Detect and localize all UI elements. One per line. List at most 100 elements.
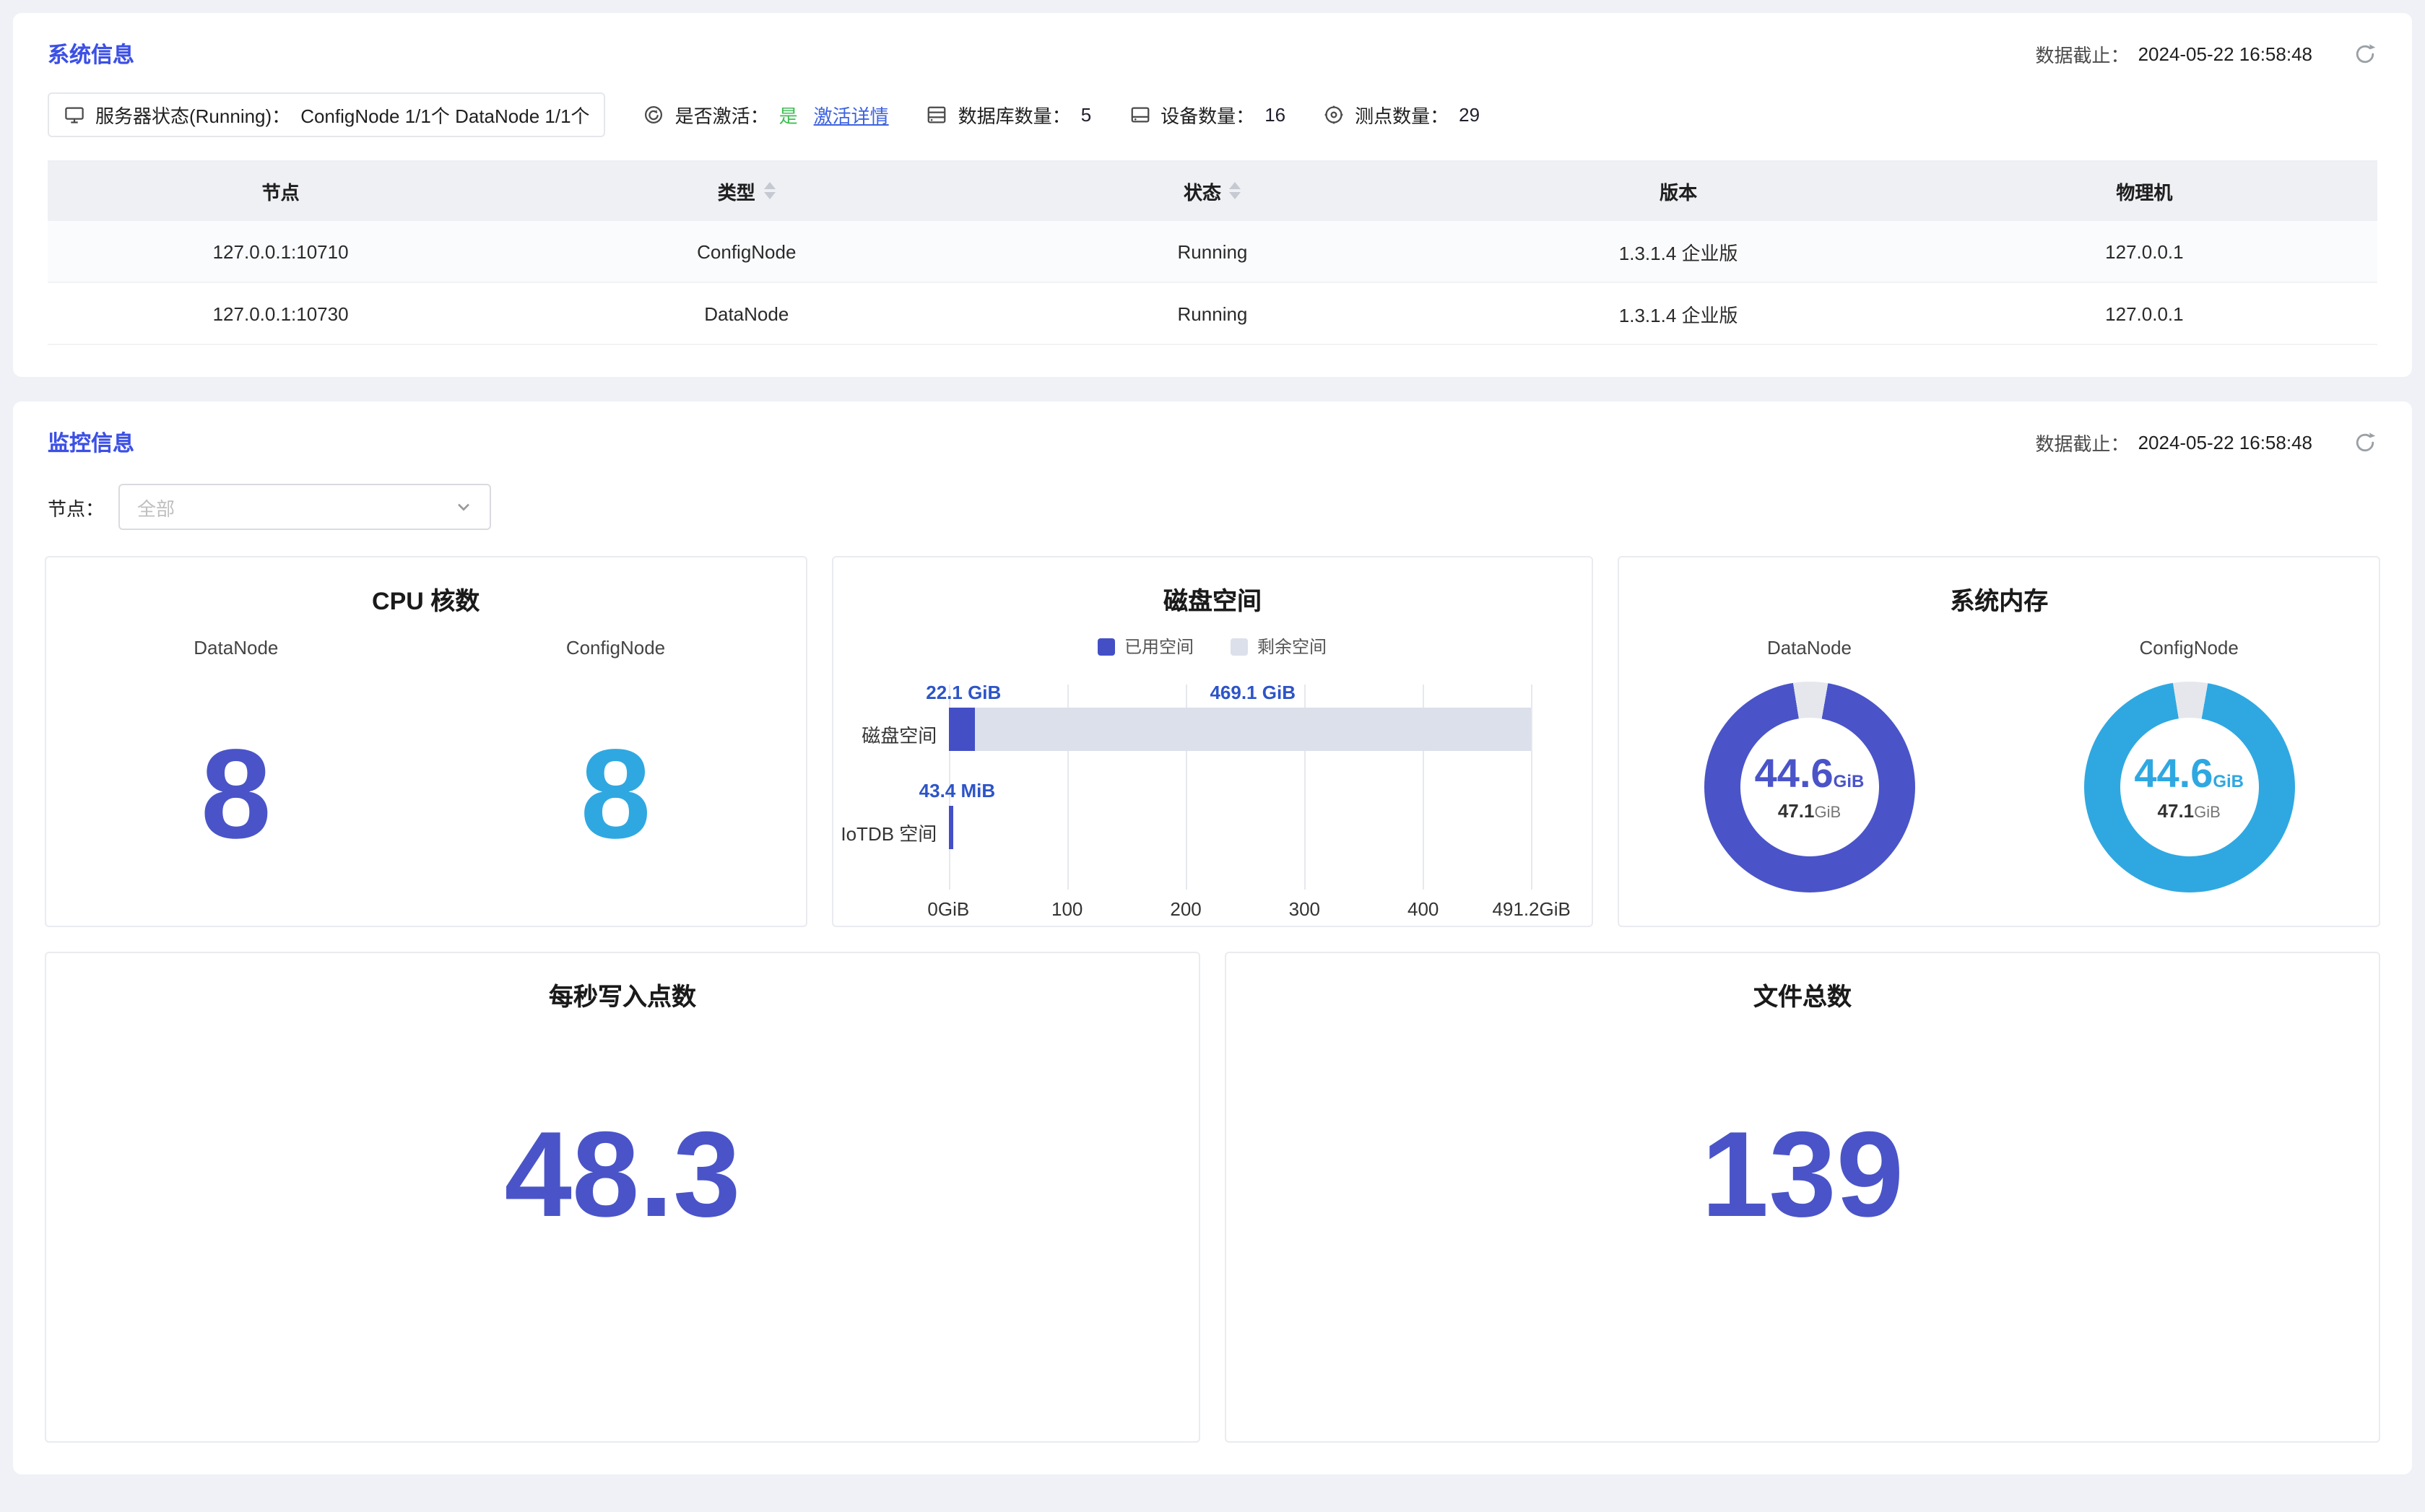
column-header-status[interactable]: 状态 xyxy=(979,160,1445,221)
monitor-cards-row-1: CPU 核数 DataNode 8 ConfigNode 8 磁盘空间 xyxy=(45,556,2380,927)
cutoff-label: 数据截止： xyxy=(2036,429,2130,456)
database-count-label: 数据库数量： xyxy=(958,101,1071,129)
device-count-item: 设备数量： 16 xyxy=(1129,101,1285,129)
legend-item-used[interactable]: 已用空间 xyxy=(1098,634,1194,659)
node-select-value: 全部 xyxy=(137,493,175,521)
measurement-count-item: 测点数量： 29 xyxy=(1323,101,1480,129)
x-axis-tick: 200 xyxy=(1170,898,1201,920)
memory-datanode-donut: 44.6GiB 47.1GiB xyxy=(1704,682,1915,892)
refresh-button[interactable] xyxy=(2353,42,2377,66)
system-data-cutoff: 数据截止： 2024-05-22 16:58:48 xyxy=(2036,40,2377,68)
file-total-card: 文件总数 139 xyxy=(1225,952,2380,1443)
memory-datanode-col: DataNode 44.6GiB 47.1GiB xyxy=(1620,637,2000,892)
cpu-datanode-label: DataNode xyxy=(46,637,426,659)
activation-detail-link[interactable]: 激活详情 xyxy=(814,101,889,129)
memory-used-value: 44.6 xyxy=(2134,750,2213,795)
x-axis-tick: 300 xyxy=(1289,898,1320,920)
cell-type: ConfigNode xyxy=(513,221,979,282)
x-axis-tick: 400 xyxy=(1407,898,1439,920)
node-filter-label: 节点： xyxy=(48,493,104,521)
memory-used-unit: GiB xyxy=(2213,770,2244,791)
column-header-node: 节点 xyxy=(48,160,513,221)
refresh-icon xyxy=(2353,42,2377,66)
cell-version: 1.3.1.4 企业版 xyxy=(1446,282,1912,344)
refresh-button[interactable] xyxy=(2353,430,2377,455)
server-status-label: 服务器状态(Running)： xyxy=(95,101,290,129)
x-axis-tick: 491.2GiB xyxy=(1492,898,1570,920)
cutoff-value: 2024-05-22 16:58:48 xyxy=(2138,43,2312,65)
memory-total-value: 47.1 xyxy=(1778,799,1815,821)
monitor-cards-row-2: 每秒写入点数 48.3 文件总数 139 xyxy=(45,952,2380,1443)
device-icon xyxy=(1129,104,1150,126)
system-summary-row: 服务器状态(Running)： ConfigNode 1/1个 DataNode… xyxy=(48,92,2377,137)
system-memory-card: 系统内存 DataNode 44.6GiB 47.1GiB xyxy=(1618,556,2380,927)
write-points-title: 每秒写入点数 xyxy=(46,976,1199,1012)
disk-card-title: 磁盘空间 xyxy=(833,581,1592,617)
memory-datanode-label: DataNode xyxy=(1620,637,2000,659)
memory-total-unit: GiB xyxy=(1814,804,1841,821)
column-header-type[interactable]: 类型 xyxy=(513,160,979,221)
sort-control-status[interactable] xyxy=(1230,182,1241,199)
server-status-value: ConfigNode 1/1个 DataNode 1/1个 xyxy=(300,101,589,129)
sort-control-type[interactable] xyxy=(764,182,776,199)
dashboard-page: 系统信息 数据截止： 2024-05-22 16:58:48 xyxy=(0,0,2425,1512)
memory-used-unit: GiB xyxy=(1834,770,1865,791)
monitor-data-cutoff: 数据截止： 2024-05-22 16:58:48 xyxy=(2036,429,2377,456)
measurement-count-label: 测点数量： xyxy=(1355,101,1449,129)
activation-icon xyxy=(643,104,665,126)
disk-legend: 已用空间 剩余空间 xyxy=(833,634,1592,659)
database-icon xyxy=(927,104,948,126)
system-info-panel: 系统信息 数据截止： 2024-05-22 16:58:48 xyxy=(13,13,2412,377)
server-status-chip: 服务器状态(Running)： ConfigNode 1/1个 DataNode… xyxy=(48,92,606,137)
x-axis-tick: 100 xyxy=(1051,898,1083,920)
legend-swatch-used xyxy=(1098,638,1116,655)
cpu-confignode-label: ConfigNode xyxy=(426,637,806,659)
cpu-card-title: CPU 核数 xyxy=(46,581,805,617)
node-table: 节点 类型 状态 xyxy=(48,160,2377,345)
cell-node: 127.0.0.1:10710 xyxy=(48,221,513,282)
iotdb-used-segment xyxy=(948,806,953,849)
activation-label: 是否激活： xyxy=(675,101,769,129)
cpu-confignode-value: 8 xyxy=(426,731,806,858)
activation-item: 是否激活： 是 激活详情 xyxy=(643,101,889,129)
sort-caret-down-icon xyxy=(1230,192,1241,199)
cell-status: Running xyxy=(979,221,1445,282)
disk-bar-chart: 磁盘空间 IoTDB 空间 22.1 GiB 469.1 GiB 43.4 Mi… xyxy=(833,685,1592,927)
memory-confignode-donut: 44.6GiB 47.1GiB xyxy=(2083,682,2294,892)
table-header-row: 节点 类型 状态 xyxy=(48,160,2377,221)
device-count-label: 设备数量： xyxy=(1161,101,1254,129)
activation-status: 是 xyxy=(779,101,798,129)
sort-caret-up-icon xyxy=(764,182,776,189)
memory-card-title: 系统内存 xyxy=(1620,581,2379,617)
chevron-down-icon xyxy=(455,498,472,516)
memory-confignode-col: ConfigNode 44.6GiB 47.1GiB xyxy=(1999,637,2379,892)
sort-caret-up-icon xyxy=(1230,182,1241,189)
measurement-icon xyxy=(1323,104,1345,126)
disk-remaining-value-label: 469.1 GiB xyxy=(1210,682,1296,703)
disk-space-bar xyxy=(948,708,1531,751)
iotdb-space-bar xyxy=(948,806,1531,849)
memory-total-unit: GiB xyxy=(2194,804,2221,821)
cutoff-value: 2024-05-22 16:58:48 xyxy=(2138,432,2312,453)
measurement-count-value: 29 xyxy=(1459,104,1480,126)
legend-item-free[interactable]: 剩余空间 xyxy=(1231,634,1327,659)
disk-plot-area: 22.1 GiB 469.1 GiB 43.4 MiB 0GiB 100 200… xyxy=(948,685,1531,890)
monitor-info-panel: 监控信息 数据截止： 2024-05-22 16:58:48 节点： 全部 xyxy=(13,401,2412,1474)
iotdb-used-value-label: 43.4 MiB xyxy=(919,780,996,801)
cell-host: 127.0.0.1 xyxy=(1912,282,2377,344)
refresh-icon xyxy=(2353,430,2377,455)
cpu-cores-card: CPU 核数 DataNode 8 ConfigNode 8 xyxy=(45,556,807,927)
file-total-value: 139 xyxy=(1226,1113,2379,1235)
column-header-version: 版本 xyxy=(1446,160,1912,221)
disk-used-segment xyxy=(948,708,974,751)
legend-swatch-free xyxy=(1231,638,1249,655)
iotdb-row-label: IoTDB 空间 xyxy=(833,819,937,846)
node-select[interactable]: 全部 xyxy=(118,484,491,530)
cpu-datanode-col: DataNode 8 xyxy=(46,637,426,858)
disk-space-card: 磁盘空间 已用空间 剩余空间 磁盘空间 IoTDB 空间 xyxy=(831,556,1593,927)
file-total-title: 文件总数 xyxy=(1226,976,2379,1012)
system-panel-title: 系统信息 xyxy=(48,39,134,69)
disk-row-label: 磁盘空间 xyxy=(833,721,937,748)
memory-used-value: 44.6 xyxy=(1755,750,1834,795)
memory-total-value: 47.1 xyxy=(2158,799,2195,821)
